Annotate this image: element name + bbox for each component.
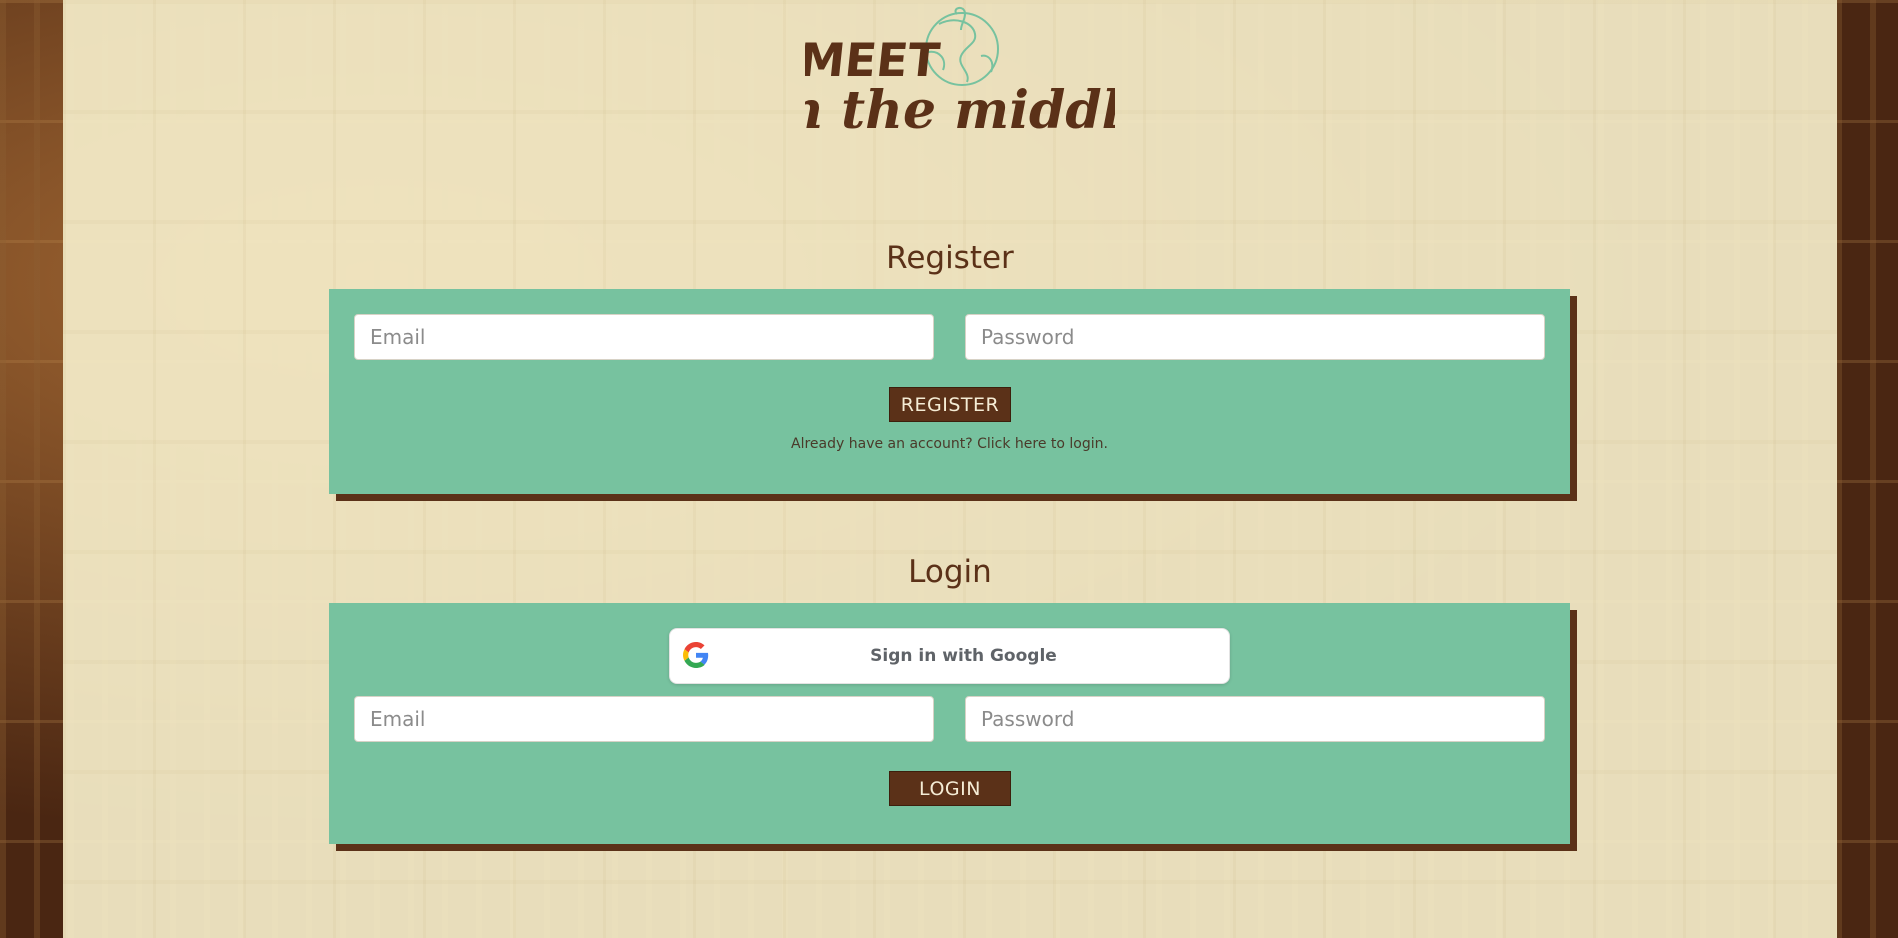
register-email-input[interactable] bbox=[354, 314, 934, 360]
login-email-input[interactable] bbox=[354, 696, 934, 742]
login-heading: Login bbox=[908, 554, 992, 590]
google-sign-in-button[interactable]: Sign in with Google bbox=[669, 628, 1230, 684]
register-heading: Register bbox=[886, 240, 1014, 276]
logo-in-the-middle: in the middle bbox=[805, 80, 1115, 141]
logo-meet: MEET bbox=[805, 33, 943, 87]
google-sign-in-label: Sign in with Google bbox=[870, 646, 1057, 666]
register-button[interactable]: REGISTER bbox=[889, 387, 1011, 422]
register-password-input[interactable] bbox=[965, 314, 1545, 360]
logo: MEET in the middle bbox=[805, 7, 1115, 141]
register-card: REGISTER Already have an account? Click … bbox=[329, 289, 1570, 494]
main-panel: MEET in the middle Register REGISTER Alr… bbox=[63, 0, 1837, 938]
google-g-icon bbox=[683, 642, 709, 668]
login-card: Sign in with Google LOGIN bbox=[329, 603, 1570, 844]
login-link[interactable]: Already have an account? Click here to l… bbox=[329, 436, 1570, 452]
login-button[interactable]: LOGIN bbox=[889, 771, 1011, 806]
login-password-input[interactable] bbox=[965, 696, 1545, 742]
